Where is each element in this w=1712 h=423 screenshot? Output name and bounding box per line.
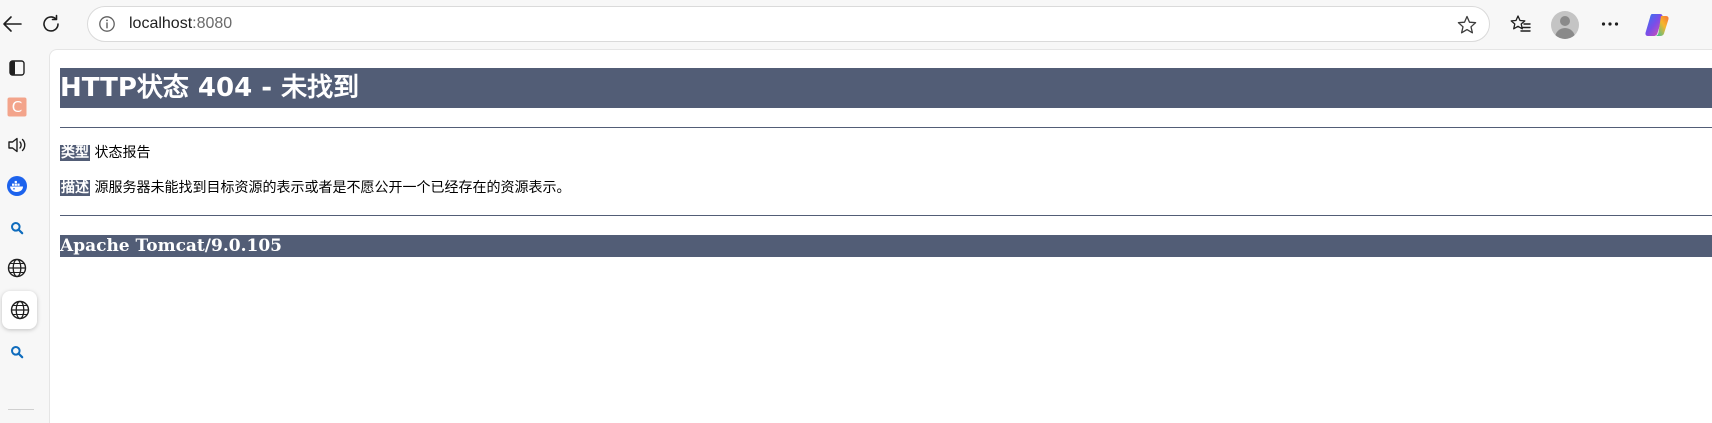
address-host: localhost: [129, 15, 193, 32]
browser-toolbar: localhost:8080: [0, 0, 1712, 49]
sidebar-read-aloud[interactable]: [0, 126, 33, 164]
back-arrow-icon: [3, 16, 22, 32]
favorites-button[interactable]: [1503, 6, 1539, 42]
docker-whale-icon: [6, 176, 27, 196]
sidebar-globe[interactable]: [0, 249, 33, 287]
sidebar-search[interactable]: [0, 209, 33, 247]
error-title: HTTP状态 404 - 未找到: [60, 68, 1712, 108]
sidebar-tab-actions[interactable]: [0, 49, 33, 87]
divider-bottom: [60, 215, 1712, 216]
tab-actions-icon: [8, 60, 25, 76]
avatar-body: [1555, 28, 1575, 39]
server-version: Apache Tomcat/9.0.105: [60, 235, 1712, 257]
read-aloud-icon: [7, 137, 25, 153]
back-button[interactable]: [0, 6, 30, 42]
avatar-head: [1560, 16, 1570, 26]
sidebar-globe-active[interactable]: [2, 291, 37, 329]
search-icon-2: [10, 346, 23, 359]
profile-avatar[interactable]: [1551, 11, 1579, 39]
type-line: 类型 状态报告: [60, 143, 150, 163]
favorites-icon: [1510, 15, 1531, 32]
add-favorite-button[interactable]: [1455, 13, 1479, 37]
page-content: HTTP状态 404 - 未找到 类型 状态报告 描述 源服务器未能找到目标资源…: [49, 49, 1712, 423]
sidebar-c-app[interactable]: C: [0, 88, 33, 126]
address-port: :8080: [192, 15, 233, 32]
type-value: 状态报告: [94, 145, 151, 161]
description-label: 描述: [60, 180, 90, 196]
description-value: 源服务器未能找到目标资源的表示或者是不愿公开一个已经存在的资源表示。: [94, 180, 571, 196]
copilot-button[interactable]: [1643, 11, 1671, 39]
address-bar[interactable]: localhost:8080: [87, 6, 1490, 42]
svg-text:C: C: [11, 98, 21, 116]
refresh-icon: [43, 14, 59, 32]
sidebar-docker[interactable]: [0, 167, 33, 205]
browser-window: localhost:8080 C HTTP状态 404 - 未找到 类型 状态报…: [0, 0, 1712, 423]
refresh-button[interactable]: [33, 6, 69, 42]
type-label: 类型: [60, 145, 90, 161]
sidebar-search-2[interactable]: [0, 333, 33, 371]
sidebar-divider: [8, 409, 34, 410]
c-app-icon: C: [7, 97, 26, 117]
globe-icon: [7, 258, 26, 278]
more-icon: [1601, 22, 1619, 26]
globe-icon-active: [10, 300, 29, 320]
more-button[interactable]: [1592, 6, 1628, 42]
site-info-button[interactable]: [94, 11, 120, 37]
browser-sidebar: C: [0, 49, 49, 423]
search-icon: [10, 222, 23, 235]
address-url[interactable]: localhost:8080: [129, 15, 232, 33]
copilot-icon: [1645, 14, 1669, 36]
description-line: 描述 源服务器未能找到目标资源的表示或者是不愿公开一个已经存在的资源表示。: [60, 178, 570, 198]
star-icon: [1457, 15, 1477, 34]
info-icon: [99, 16, 115, 32]
divider-top: [60, 127, 1712, 128]
